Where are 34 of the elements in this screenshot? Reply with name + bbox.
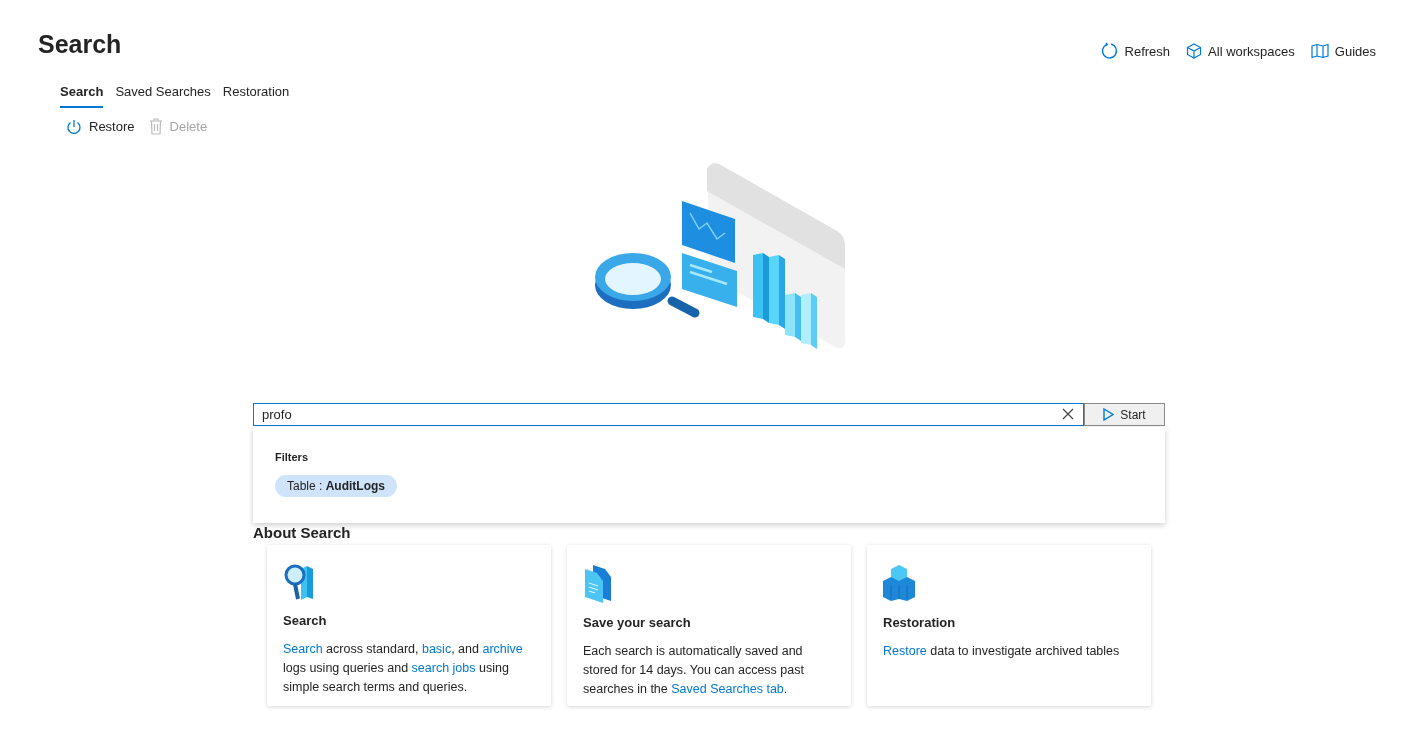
map-icon xyxy=(1310,43,1329,59)
tab[interactable]: Saved Searches xyxy=(115,80,211,108)
cube-icon xyxy=(1186,43,1203,59)
card-description: Search across standard, basic, and archive logs using queries and search jobs using simple search terms and queries. xyxy=(283,641,524,696)
magnifier-chart-icon xyxy=(283,563,315,601)
page-title: Search xyxy=(38,30,122,59)
refresh-icon xyxy=(1100,42,1119,60)
card-description: Restore data to investigate archived tables xyxy=(883,643,1121,660)
play-icon xyxy=(1103,408,1115,421)
filters-heading: Filters xyxy=(275,451,309,463)
card-title: Save your search xyxy=(583,615,692,630)
power-icon xyxy=(66,118,82,135)
close-icon[interactable] xyxy=(1062,408,1074,420)
guides-button[interactable]: Guides xyxy=(1308,42,1378,60)
tab[interactable]: Search xyxy=(60,80,104,108)
card-title: Search xyxy=(283,613,328,628)
link[interactable]: Saved Searches tab xyxy=(671,682,784,696)
link[interactable]: archive xyxy=(482,642,523,656)
link[interactable]: search jobs xyxy=(411,661,476,675)
link[interactable]: Restore xyxy=(883,644,927,658)
workspaces-button[interactable]: All workspaces xyxy=(1184,42,1297,60)
restore-button[interactable]: Restore xyxy=(66,118,135,135)
link[interactable]: Search xyxy=(283,642,323,656)
card-title: Restoration xyxy=(883,615,957,630)
filter-chip[interactable]: Table : AuditLogs xyxy=(275,475,398,497)
card-description: Each search is automatically saved and stored for 14 days. You can access past searches in the Saved Searches tab. xyxy=(583,643,805,698)
search-field[interactable]: profo xyxy=(253,403,1084,426)
tab[interactable]: Restoration xyxy=(222,80,290,108)
start-button[interactable]: Start xyxy=(1084,403,1165,426)
documents-icon xyxy=(583,563,613,603)
trash-icon xyxy=(148,118,163,135)
refresh-button[interactable]: Refresh xyxy=(1098,42,1173,60)
stacked-cubes-icon xyxy=(883,563,915,603)
section-heading: About Search xyxy=(253,524,352,541)
